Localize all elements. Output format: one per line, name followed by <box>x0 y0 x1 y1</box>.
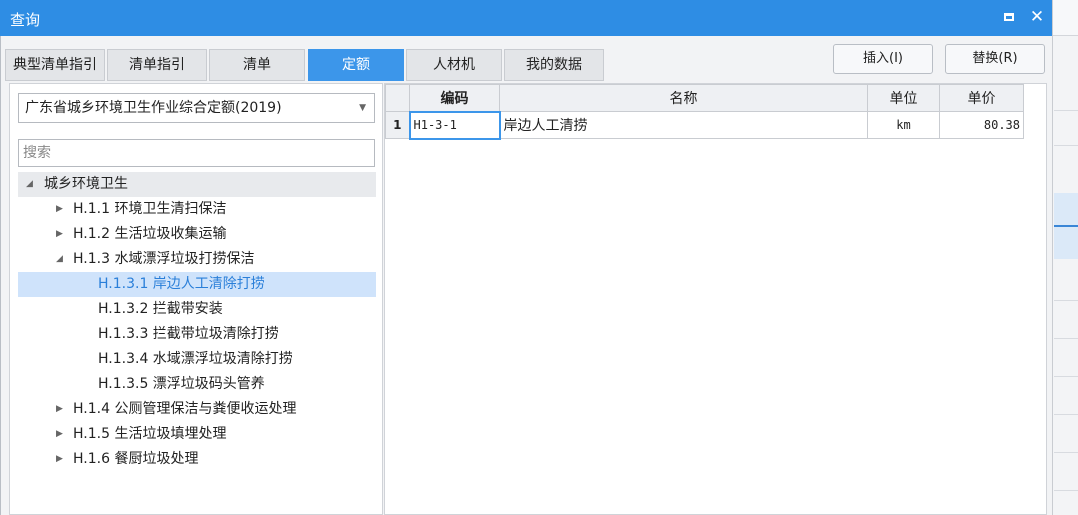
replace-button[interactable]: 替换(R) <box>945 44 1045 74</box>
tab-quota[interactable]: 定额 <box>308 49 404 81</box>
dialog-titlebar[interactable]: 查询 ✕ <box>0 0 1052 36</box>
tree-node-label: H.1.3.3 拦截带垃圾清除打捞 <box>98 326 279 342</box>
close-button[interactable]: ✕ <box>1028 8 1046 26</box>
tree-node-label: H.1.3.2 拦截带安装 <box>98 301 223 317</box>
query-dialog: 典型清单指引 清单指引 清单 定额 人材机 我的数据 插入(I) 替换(R) 广… <box>0 36 1052 515</box>
tab-list-guide[interactable]: 清单指引 <box>107 49 207 81</box>
tree-node-label: H.1.3.5 漂浮垃圾码头管养 <box>98 376 265 392</box>
tree-collapsed-icon[interactable]: ▶ <box>56 447 63 472</box>
tree-node[interactable]: ◢ 城乡环境卫生 <box>18 172 376 197</box>
cell-unit[interactable]: km <box>867 111 940 139</box>
background-header <box>1053 0 1078 36</box>
background-grid-line <box>1054 338 1078 339</box>
tree-node-label: H.1.5 生活垃圾填埋处理 <box>73 426 227 442</box>
column-header-code[interactable]: 编码 <box>409 84 500 112</box>
tree-collapsed-icon[interactable]: ▶ <box>56 422 63 447</box>
tree-node[interactable]: ▶ H.1.2 生活垃圾收集运输 <box>18 222 376 247</box>
column-header-name[interactable]: 名称 <box>499 84 868 112</box>
tab-my-data[interactable]: 我的数据 <box>504 49 604 81</box>
tree-node-label: H.1.2 生活垃圾收集运输 <box>73 226 227 242</box>
category-tree: ◢ 城乡环境卫生 ▶ H.1.1 环境卫生清扫保洁 ▶ H.1.2 生活垃圾收集… <box>18 172 376 472</box>
tree-node-label: H.1.1 环境卫生清扫保洁 <box>73 201 227 217</box>
tab-typical-list-guide[interactable]: 典型清单指引 <box>5 49 105 81</box>
maximize-button[interactable] <box>1000 8 1018 26</box>
tree-node[interactable]: ▶ H.1.1 环境卫生清扫保洁 <box>18 197 376 222</box>
tree-node[interactable]: ▶ H.1.5 生活垃圾填埋处理 <box>18 422 376 447</box>
tree-node-label: 城乡环境卫生 <box>44 176 128 192</box>
dialog-title: 查询 <box>10 11 41 29</box>
background-highlight-row <box>1054 227 1078 259</box>
results-panel: 编码 名称 单位 单价 1 H1-3-1 岸边人工清捞 km 80.38 <box>384 83 1047 515</box>
category-panel: 广东省城乡环境卫生作业综合定额(2019) ▼ 搜索 ◢ 城乡环境卫生 ▶ H.… <box>9 83 383 515</box>
library-select[interactable]: 广东省城乡环境卫生作业综合定额(2019) ▼ <box>18 93 375 123</box>
insert-button[interactable]: 插入(I) <box>833 44 933 74</box>
tree-node[interactable]: H.1.3.5 漂浮垃圾码头管养 <box>18 372 376 397</box>
background-grid-line <box>1054 452 1078 453</box>
maximize-icon <box>1004 13 1014 21</box>
search-input[interactable]: 搜索 <box>18 139 375 167</box>
table-header-row: 编码 名称 单位 单价 <box>385 84 1024 112</box>
tree-node-selected[interactable]: H.1.3.1 岸边人工清除打捞 <box>18 272 376 297</box>
tree-node-label: H.1.4 公厕管理保洁与粪便收运处理 <box>73 401 297 417</box>
background-grid-line <box>1054 300 1078 301</box>
tree-collapsed-icon[interactable]: ▶ <box>56 197 63 222</box>
tree-node-label: H.1.6 餐厨垃圾处理 <box>73 451 199 467</box>
library-select-value: 广东省城乡环境卫生作业综合定额(2019) <box>25 100 282 116</box>
tree-node[interactable]: H.1.3.4 水域漂浮垃圾清除打捞 <box>18 347 376 372</box>
tree-expanded-icon[interactable]: ◢ <box>26 172 33 197</box>
cell-code[interactable]: H1-3-1 <box>408 110 501 140</box>
background-grid-line <box>1054 414 1078 415</box>
close-icon: ✕ <box>1029 7 1045 27</box>
tree-node[interactable]: H.1.3.3 拦截带垃圾清除打捞 <box>18 322 376 347</box>
table-row[interactable]: 1 H1-3-1 岸边人工清捞 km 80.38 <box>385 110 1024 140</box>
results-table: 编码 名称 单位 单价 1 H1-3-1 岸边人工清捞 km 80.38 <box>385 84 1024 140</box>
tree-node[interactable]: ▶ H.1.4 公厕管理保洁与粪便收运处理 <box>18 397 376 422</box>
background-highlight-row <box>1054 193 1078 225</box>
chevron-down-icon[interactable]: ▼ <box>359 94 366 122</box>
row-number-header <box>385 84 410 112</box>
background-grid-line <box>1054 110 1078 111</box>
tree-node[interactable]: ◢ H.1.3 水域漂浮垃圾打捞保洁 <box>18 247 376 272</box>
background-grid-line <box>1054 490 1078 491</box>
cell-name[interactable]: 岸边人工清捞 <box>499 111 868 139</box>
tree-node-label: H.1.3.1 岸边人工清除打捞 <box>98 276 265 292</box>
tree-collapsed-icon[interactable]: ▶ <box>56 397 63 422</box>
cell-price[interactable]: 80.38 <box>939 111 1024 139</box>
tab-list[interactable]: 清单 <box>209 49 305 81</box>
row-number: 1 <box>385 111 410 139</box>
column-header-unit[interactable]: 单位 <box>867 84 940 112</box>
background-grid-line <box>1054 145 1078 146</box>
tree-node[interactable]: H.1.3.2 拦截带安装 <box>18 297 376 322</box>
tree-node[interactable]: ▶ H.1.6 餐厨垃圾处理 <box>18 447 376 472</box>
background-app-strip <box>1052 0 1078 515</box>
tab-labor-material-machine[interactable]: 人材机 <box>406 49 502 81</box>
tree-expanded-icon[interactable]: ◢ <box>56 247 63 272</box>
tree-collapsed-icon[interactable]: ▶ <box>56 222 63 247</box>
tree-node-label: H.1.3.4 水域漂浮垃圾清除打捞 <box>98 351 293 367</box>
tree-node-label: H.1.3 水域漂浮垃圾打捞保洁 <box>73 251 255 267</box>
column-header-price[interactable]: 单价 <box>939 84 1024 112</box>
background-grid-line <box>1054 376 1078 377</box>
